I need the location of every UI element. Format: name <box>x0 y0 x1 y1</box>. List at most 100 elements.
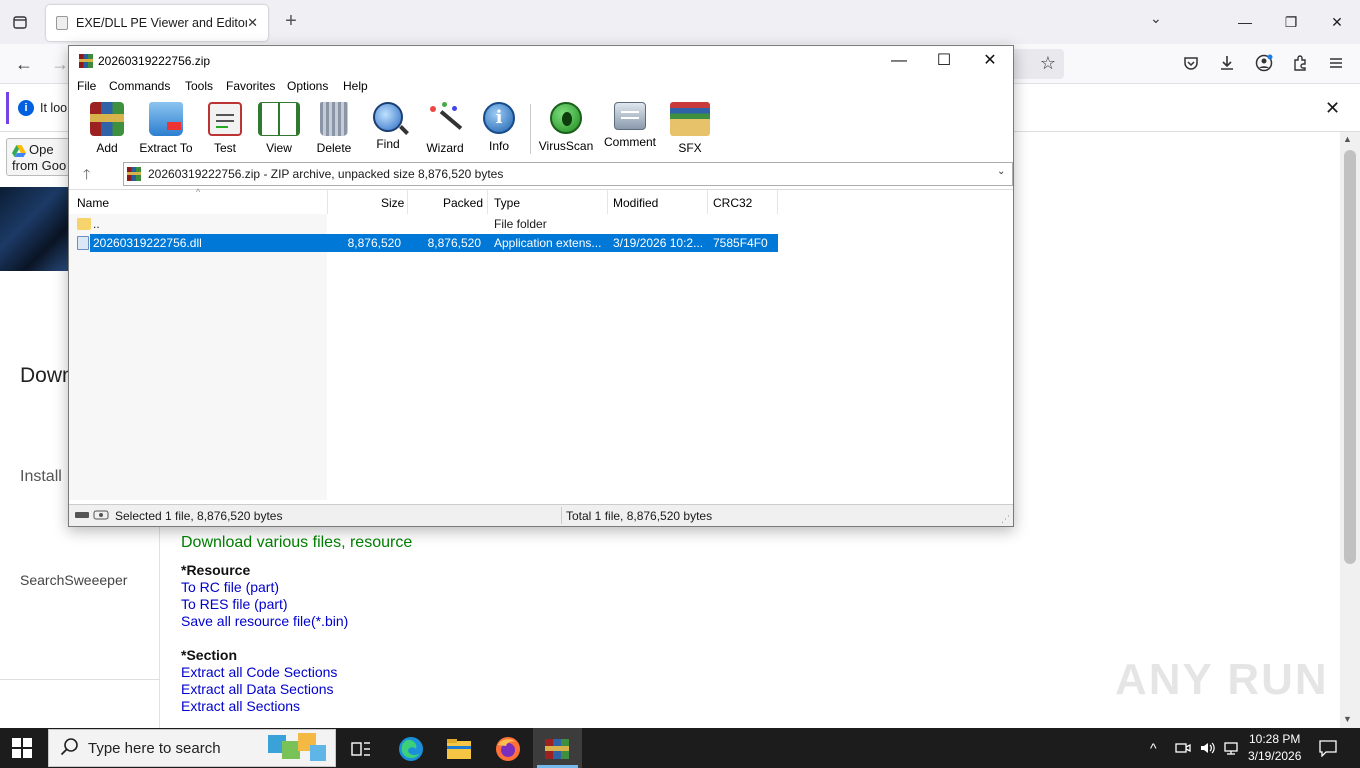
status-separator <box>561 507 562 524</box>
column-header-size[interactable]: Size <box>381 196 404 210</box>
up-one-level-icon[interactable]: 🡑 <box>83 164 90 188</box>
toolbar-view-label: View <box>266 141 292 155</box>
test-clipboard-icon <box>208 102 242 136</box>
browser-restore-icon[interactable]: ❐ <box>1268 8 1314 36</box>
search-placeholder: Type here to search <box>88 740 221 757</box>
tray-overflow-icon[interactable]: ^ <box>1150 740 1157 756</box>
column-separator[interactable] <box>487 190 488 214</box>
close-tab-icon[interactable]: ✕ <box>247 15 258 31</box>
row-modified: 3/19/2026 10:2... <box>613 236 704 250</box>
keyboard-image <box>0 187 70 271</box>
tab-list-icon[interactable] <box>8 10 32 34</box>
row-type: Application extens... <box>494 236 602 250</box>
network-icon[interactable] <box>1223 740 1239 756</box>
scrollbar-thumb[interactable] <box>1344 150 1356 564</box>
extract-data-sections-link[interactable]: Extract all Data Sections <box>181 681 334 697</box>
menu-tools[interactable]: Tools <box>185 79 213 93</box>
column-header-packed[interactable]: Packed <box>443 196 483 210</box>
winrar-taskbar-icon[interactable] <box>540 732 574 766</box>
toolbar-add-button[interactable]: Add <box>89 102 125 156</box>
column-separator[interactable] <box>777 190 778 214</box>
task-view-icon[interactable] <box>344 732 378 766</box>
browser-minimize-icon[interactable]: — <box>1222 8 1268 36</box>
browser-tab[interactable]: EXE/DLL PE Viewer and Editor ✕ <box>46 5 268 41</box>
windows-start-icon[interactable] <box>12 738 32 758</box>
toolbar-wizard-button[interactable]: Wizard <box>423 102 467 156</box>
meet-now-icon[interactable] <box>1175 740 1191 756</box>
name-column-shade <box>69 214 327 500</box>
new-tab-icon[interactable]: + <box>280 10 302 34</box>
clock-date[interactable]: 3/19/2026 <box>1248 749 1301 763</box>
column-header-modified[interactable]: Modified <box>613 196 658 210</box>
account-icon[interactable] <box>1255 54 1273 75</box>
toolbar-view-button[interactable]: View <box>257 102 301 156</box>
notification-close-icon[interactable]: ✕ <box>1325 98 1340 119</box>
extract-code-sections-link[interactable]: Extract all Code Sections <box>181 664 337 680</box>
winrar-close-icon[interactable]: ✕ <box>967 48 1013 74</box>
table-row[interactable]: 20260319222756.dll 8,876,520 8,876,520 A… <box>69 234 1013 252</box>
path-dropdown-icon[interactable]: ⌄ <box>997 166 1005 177</box>
resize-grip-icon[interactable]: ⋰ <box>1001 514 1010 525</box>
virusscan-bug-icon <box>550 102 582 134</box>
menu-help[interactable]: Help <box>343 79 368 93</box>
to-res-link[interactable]: To RES file (part) <box>181 596 288 612</box>
install-label: Install <box>20 468 62 485</box>
toolbar-comment-button[interactable]: Comment <box>601 102 659 156</box>
browser-close-icon[interactable]: ✕ <box>1314 8 1360 36</box>
column-header-type[interactable]: Type <box>494 196 520 210</box>
bookmark-star-icon[interactable]: ☆ <box>1037 52 1059 74</box>
column-header-crc32[interactable]: CRC32 <box>713 196 752 210</box>
winrar-minimize-icon[interactable]: — <box>876 48 922 74</box>
toolbar-find-button[interactable]: Find <box>370 102 409 156</box>
save-resources-link[interactable]: Save all resource file(*.bin) <box>181 613 348 629</box>
open-in-drive-button[interactable]: Ope from Goo <box>6 138 76 176</box>
clock-time[interactable]: 10:28 PM <box>1249 732 1300 746</box>
toolbar-sfx-label: SFX <box>678 141 702 155</box>
menu-file[interactable]: File <box>77 79 96 93</box>
toolbar-wizard-label: Wizard <box>426 141 464 155</box>
firefox-icon[interactable] <box>491 732 525 766</box>
comment-bubble-icon <box>614 102 646 130</box>
toolbar-sfx-button[interactable]: SFX <box>669 102 711 156</box>
to-rc-link[interactable]: To RC file (part) <box>181 579 279 595</box>
extensions-icon[interactable] <box>1291 54 1309 75</box>
volume-icon[interactable] <box>1199 740 1215 756</box>
toolbar-extract-to-button[interactable]: Extract To <box>139 102 193 156</box>
downloads-icon[interactable] <box>1218 54 1236 75</box>
archive-path-text: 20260319222756.zip - ZIP archive, unpack… <box>148 167 504 181</box>
row-type: File folder <box>494 217 547 231</box>
winrar-titlebar[interactable] <box>69 46 1013 76</box>
column-separator[interactable] <box>407 190 408 214</box>
column-header-name[interactable]: Name <box>77 196 109 210</box>
delete-trash-icon <box>320 102 348 136</box>
toolbar-info-button[interactable]: i Info <box>482 102 516 156</box>
pocket-icon[interactable] <box>1182 54 1200 75</box>
notification-accent <box>6 92 9 124</box>
app-menu-icon[interactable] <box>1327 54 1345 75</box>
toolbar-test-button[interactable]: Test <box>207 102 243 156</box>
table-row[interactable]: .. File folder <box>69 215 1013 233</box>
list-all-tabs-icon[interactable]: ⌄ <box>1150 10 1162 27</box>
back-icon[interactable]: ← <box>12 52 36 76</box>
column-separator[interactable] <box>707 190 708 214</box>
menu-favorites[interactable]: Favorites <box>226 79 275 93</box>
menu-options[interactable]: Options <box>287 79 328 93</box>
row-crc32: 7585F4F0 <box>713 236 768 250</box>
menu-commands[interactable]: Commands <box>109 79 170 93</box>
search-icon <box>60 737 80 757</box>
notification-center-icon[interactable] <box>1318 739 1338 758</box>
add-archive-icon <box>90 102 124 136</box>
file-explorer-icon[interactable] <box>442 732 476 766</box>
column-separator[interactable] <box>607 190 608 214</box>
winrar-maximize-icon[interactable]: ☐ <box>921 48 967 74</box>
scroll-up-icon[interactable]: ▲ <box>1343 134 1352 144</box>
toolbar-virusscan-button[interactable]: VirusScan <box>539 102 593 156</box>
extract-all-sections-link[interactable]: Extract all Sections <box>181 698 300 714</box>
divider <box>0 679 160 680</box>
column-separator[interactable] <box>327 190 328 214</box>
toolbar-delete-button[interactable]: Delete <box>315 102 353 156</box>
toolbar-add-label: Add <box>96 141 118 155</box>
edge-browser-icon[interactable] <box>394 732 428 766</box>
scroll-down-icon[interactable]: ▼ <box>1343 714 1352 724</box>
toolbar-virusscan-label: VirusScan <box>538 139 594 153</box>
